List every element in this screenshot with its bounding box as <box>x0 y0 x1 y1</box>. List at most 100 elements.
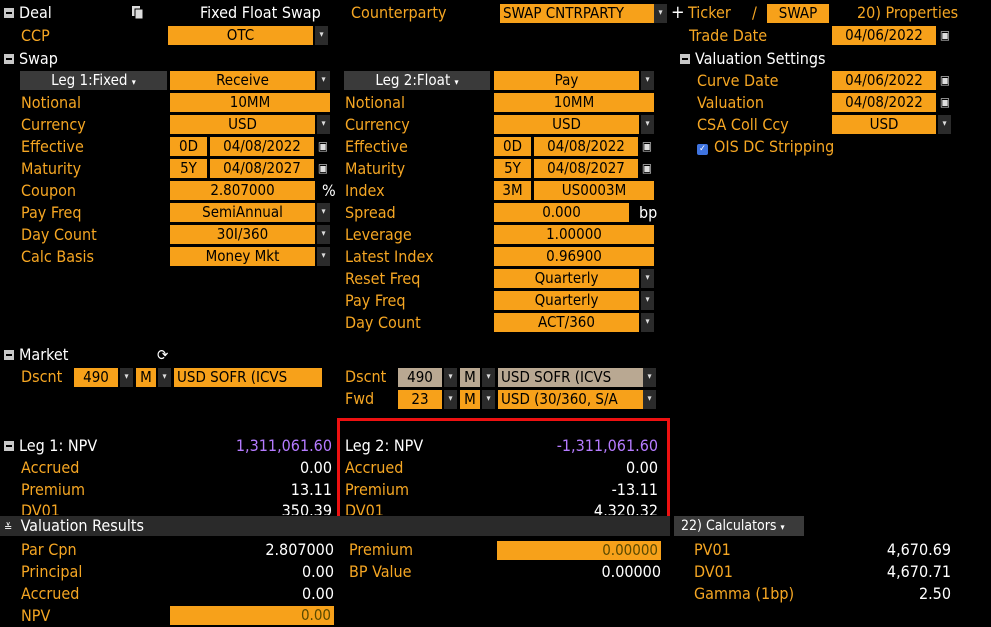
leg1-calcbasis-dropdown-icon[interactable]: ▾ <box>317 247 330 266</box>
leg2-daycount-field[interactable]: ACT/360 <box>494 313 639 332</box>
valuation-results-header[interactable]: ≚ Valuation Results <box>4 516 144 536</box>
leg2-reset-freq-dropdown-icon[interactable]: ▾ <box>641 269 654 288</box>
leg1-direction-dropdown-icon[interactable]: ▾ <box>317 71 330 90</box>
leg1-dscnt-m-dropdown-icon[interactable]: ▾ <box>158 368 171 387</box>
leg1-dscnt-curve[interactable]: USD SOFR (ICVS <box>174 368 322 387</box>
leg2-fwd-curve[interactable]: USD (30/360, S/A <box>498 390 644 409</box>
collapse-icon[interactable] <box>4 441 14 451</box>
leg1-payfreq-field[interactable]: SemiAnnual <box>170 203 315 222</box>
calendar-icon[interactable]: ▣ <box>641 137 653 156</box>
leg2-latest-index-field[interactable]: 0.96900 <box>494 247 654 266</box>
leg1-payfreq-dropdown-icon[interactable]: ▾ <box>317 203 330 222</box>
csa-coll-ccy-field[interactable]: USD <box>832 115 936 134</box>
leg1-effective-label: Effective <box>21 137 84 156</box>
properties-button[interactable]: 20) Properties <box>857 3 958 23</box>
leg1-maturity-date[interactable]: 04/08/2027 <box>210 159 314 178</box>
leg2-maturity-date[interactable]: 04/08/2027 <box>534 159 638 178</box>
leg1-maturity-tenor[interactable]: 5Y <box>170 159 207 178</box>
refresh-icon[interactable]: ⟳ <box>157 345 168 365</box>
leg2-dscnt-m-dropdown-icon[interactable]: ▾ <box>482 368 495 387</box>
leg2-direction-dropdown-icon[interactable]: ▾ <box>641 71 654 90</box>
copy-icon[interactable] <box>131 5 145 20</box>
leg2-dscnt-curve[interactable]: USD SOFR (ICVS <box>498 368 644 387</box>
calendar-icon[interactable]: ▣ <box>317 159 329 178</box>
leg1-dscnt-number[interactable]: 490 <box>74 368 118 387</box>
leg2-dscnt-number-dropdown-icon[interactable]: ▾ <box>444 368 457 387</box>
leg1-dscnt-m[interactable]: M <box>136 368 156 387</box>
add-icon[interactable]: + <box>671 3 685 23</box>
collapse-icon[interactable] <box>4 54 14 64</box>
leg1-daycount-field[interactable]: 30I/360 <box>170 225 315 244</box>
collapse-icon[interactable] <box>4 350 14 360</box>
checkbox-checked-icon[interactable]: ✓ <box>697 144 708 155</box>
ticker-field[interactable]: SWAP <box>767 4 829 23</box>
leg2-spread-field[interactable]: 0.000 <box>494 203 629 222</box>
premium-field[interactable]: 0.00000 <box>497 541 661 560</box>
calendar-icon[interactable]: ▣ <box>939 71 951 90</box>
calendar-icon[interactable]: ▣ <box>317 137 329 156</box>
leg1-notional-field[interactable]: 10MM <box>170 93 330 112</box>
deal-section-header[interactable]: Deal <box>4 3 52 23</box>
leg2-latest-index-label: Latest Index <box>345 247 434 266</box>
leg1-calcbasis-field[interactable]: Money Mkt <box>170 247 315 266</box>
calculators-button[interactable]: 22) Calculators ▾ <box>681 516 785 536</box>
leg1-effective-tenor[interactable]: 0D <box>170 137 207 156</box>
npv-field[interactable]: 0.00 <box>170 606 334 625</box>
leg1-currency-label: Currency <box>21 115 86 134</box>
valuation-date-field[interactable]: 04/08/2022 <box>832 93 936 112</box>
counterparty-dropdown-icon[interactable]: ▾ <box>654 4 667 23</box>
leg2-index-field[interactable]: US0003M <box>534 181 654 200</box>
leg1-payfreq-label: Pay Freq <box>21 203 82 222</box>
leg2-currency-dropdown-icon[interactable]: ▾ <box>641 115 654 134</box>
leg2-fwd-number[interactable]: 23 <box>398 390 442 409</box>
leg2-payfreq-dropdown-icon[interactable]: ▾ <box>641 291 654 310</box>
market-section-header[interactable]: Market <box>4 345 68 365</box>
leg2-currency-field[interactable]: USD <box>494 115 639 134</box>
leg2-fwd-number-dropdown-icon[interactable]: ▾ <box>444 390 457 409</box>
calendar-icon[interactable]: ▣ <box>939 93 951 112</box>
swap-section-header[interactable]: Swap <box>4 49 58 69</box>
leg2-fwd-m-dropdown-icon[interactable]: ▾ <box>482 390 495 409</box>
leg2-effective-date[interactable]: 04/08/2022 <box>534 137 638 156</box>
leg2-dscnt-number[interactable]: 490 <box>398 368 442 387</box>
leg2-dscnt-curve-dropdown-icon[interactable]: ▾ <box>643 368 656 387</box>
leg1-effective-date[interactable]: 04/08/2022 <box>210 137 314 156</box>
leg2-dscnt-m[interactable]: M <box>460 368 480 387</box>
leg1-currency-dropdown-icon[interactable]: ▾ <box>317 115 330 134</box>
chevrons-down-icon[interactable]: ≚ <box>4 518 16 538</box>
leg1-accrued-label: Accrued <box>21 458 80 477</box>
leg2-fwd-curve-dropdown-icon[interactable]: ▾ <box>643 390 656 409</box>
leg2-payfreq-field[interactable]: Quarterly <box>494 291 639 310</box>
leg2-spread-unit: bp <box>639 203 658 222</box>
leg1-tab[interactable]: Leg 1:Fixed ▾ <box>20 71 167 90</box>
collapse-icon[interactable] <box>680 54 690 64</box>
leg2-reset-freq-field[interactable]: Quarterly <box>494 269 639 288</box>
leg1-npv-header[interactable]: Leg 1: NPV <box>4 436 97 456</box>
trade-date-field[interactable]: 04/06/2022 <box>832 26 936 45</box>
leg2-direction-field[interactable]: Pay <box>494 71 639 90</box>
calendar-icon[interactable]: ▣ <box>641 159 653 178</box>
curve-date-field[interactable]: 04/06/2022 <box>832 71 936 90</box>
leg2-effective-tenor[interactable]: 0D <box>494 137 531 156</box>
leg1-dscnt-number-dropdown-icon[interactable]: ▾ <box>120 368 133 387</box>
leg2-leverage-field[interactable]: 1.00000 <box>494 225 654 244</box>
leg1-coupon-field[interactable]: 2.807000 <box>170 181 315 200</box>
valuation-settings-header[interactable]: Valuation Settings <box>680 49 826 69</box>
leg1-currency-field[interactable]: USD <box>170 115 315 134</box>
ccp-dropdown-icon[interactable]: ▾ <box>315 26 328 45</box>
leg1-daycount-dropdown-icon[interactable]: ▾ <box>317 225 330 244</box>
leg2-index-tenor[interactable]: 3M <box>494 181 531 200</box>
ois-dc-stripping-checkbox[interactable]: ✓ OIS DC Stripping <box>697 137 834 157</box>
leg2-fwd-m[interactable]: M <box>460 390 480 409</box>
leg2-tab[interactable]: Leg 2:Float ▾ <box>344 71 490 90</box>
counterparty-field[interactable]: SWAP CNTRPARTY <box>500 4 655 23</box>
deal-type: Fixed Float Swap <box>200 3 321 22</box>
ccp-field[interactable]: OTC <box>168 26 313 45</box>
leg1-direction-field[interactable]: Receive <box>170 71 315 90</box>
leg2-notional-field[interactable]: 10MM <box>494 93 654 112</box>
csa-dropdown-icon[interactable]: ▾ <box>938 115 951 134</box>
leg2-maturity-tenor[interactable]: 5Y <box>494 159 531 178</box>
collapse-icon[interactable] <box>4 8 14 18</box>
calendar-icon[interactable]: ▣ <box>939 26 951 45</box>
leg2-daycount-dropdown-icon[interactable]: ▾ <box>641 313 654 332</box>
